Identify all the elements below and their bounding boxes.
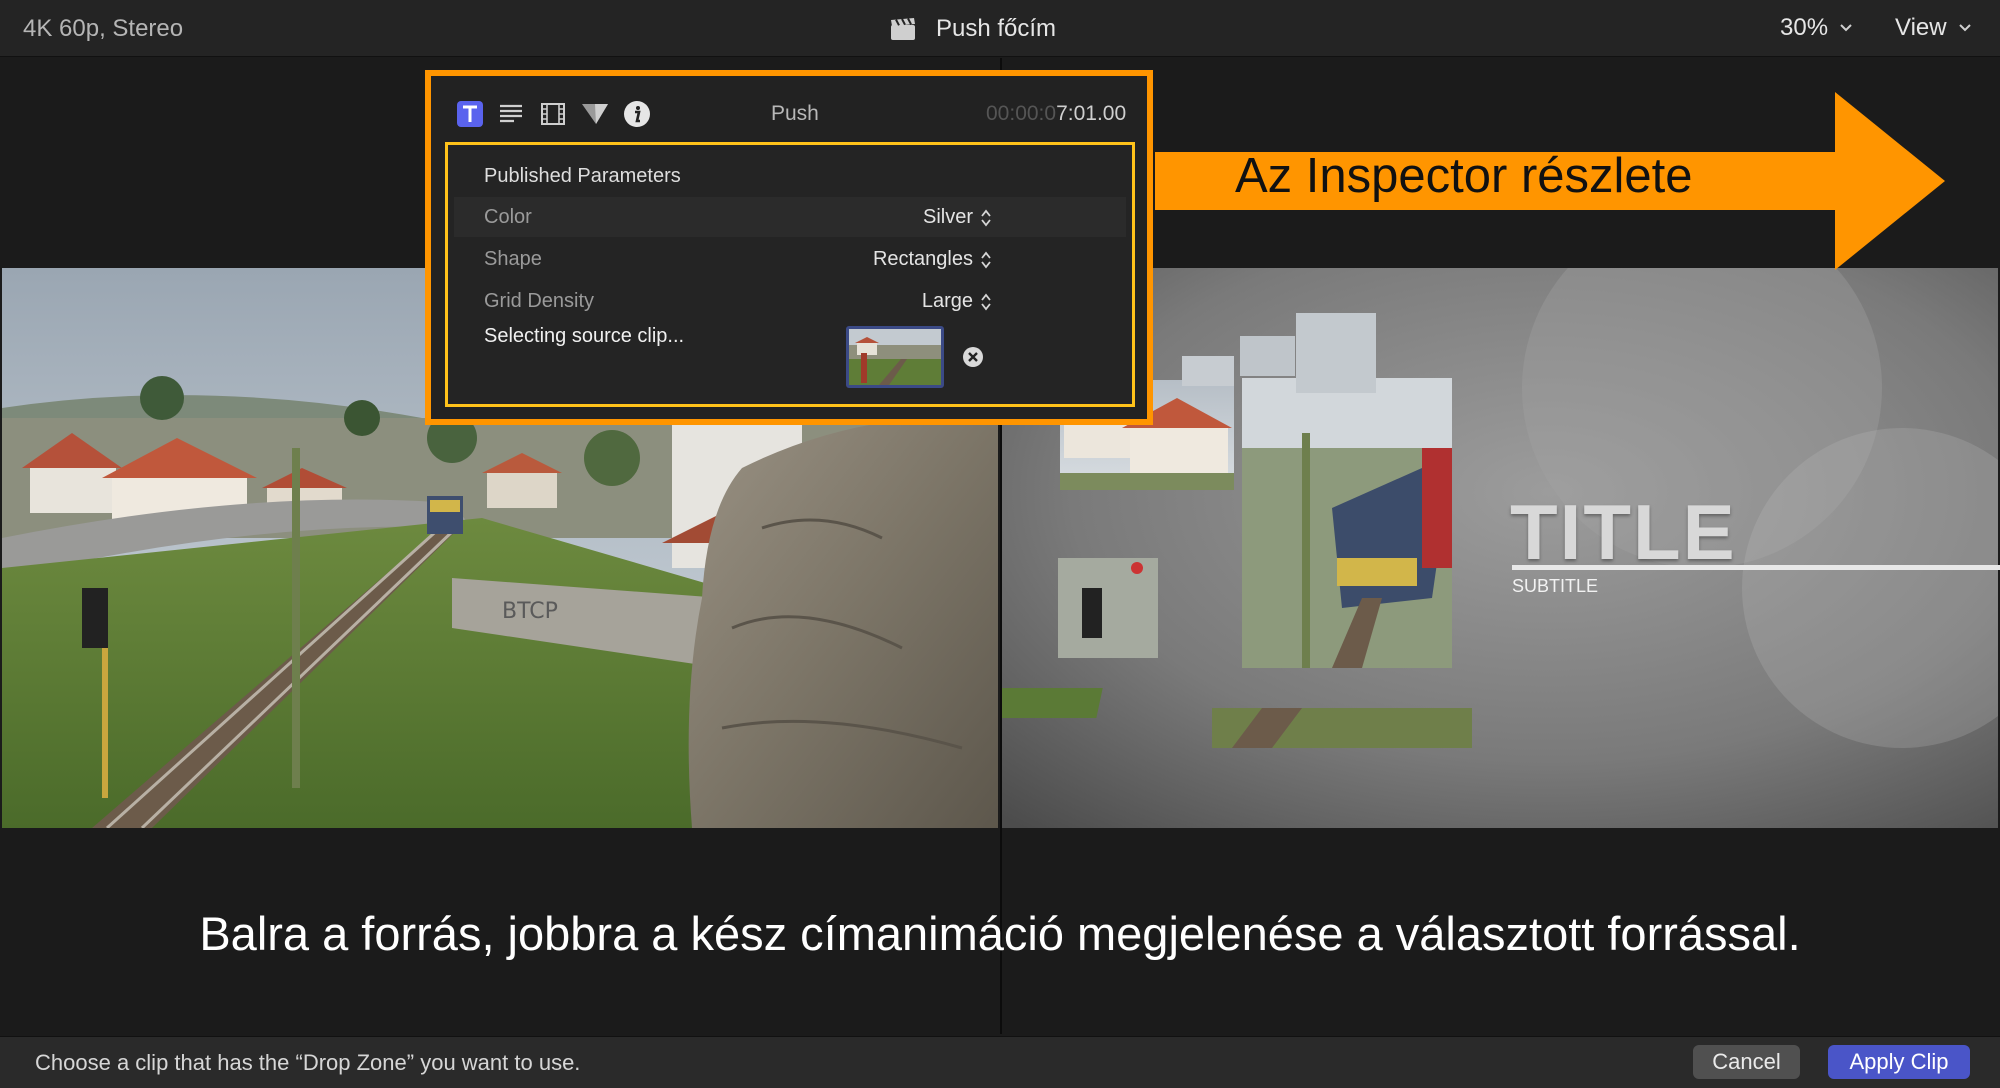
format-label: 4K 60p, Stereo — [23, 15, 184, 42]
inspector-panel: Push 00:00:07:01.00 Published Parameters… — [431, 76, 1147, 419]
project-title: Push főcím — [890, 13, 1056, 45]
apply-clip-button[interactable]: Apply Clip — [1828, 1045, 1970, 1079]
chevron-down-icon — [1958, 24, 1971, 32]
text-tab[interactable] — [456, 100, 484, 128]
viewer-header: 4K 60p, Stereo Push főcím 30% View — [0, 0, 2000, 57]
lines-icon — [500, 104, 522, 123]
drop-zone-footer: Choose a clip that has the “Drop Zone” y… — [0, 1036, 2000, 1088]
drop-zone-well[interactable] — [846, 326, 944, 388]
inspector-timecode: 00:00:07:01.00 — [986, 102, 1126, 126]
param-label: Shape — [484, 248, 542, 270]
drop-zone-thumbnail — [849, 329, 941, 385]
text-inspector-icon — [457, 101, 483, 127]
param-row-shape: Shape Rectangles — [454, 239, 1126, 279]
timecode-dim: 00:00:0 — [986, 102, 1057, 125]
param-value: Rectangles — [872, 248, 973, 270]
chevron-down-icon — [1840, 24, 1852, 32]
instruction-text: Choose a clip that has the “Drop Zone” y… — [35, 1050, 581, 1075]
project-title-text: Push főcím — [936, 15, 1057, 42]
preview-subtitle: SUBTITLE — [1512, 576, 1599, 596]
info-tab[interactable] — [623, 100, 651, 128]
color-popup[interactable]: Silver — [923, 206, 991, 229]
section-header: Published Parameters — [484, 165, 681, 187]
filter-icon — [582, 104, 608, 124]
clapperboard-icon — [891, 18, 915, 40]
svg-text:BTCP: BTCP — [502, 599, 558, 624]
shape-popup[interactable]: Rectangles — [873, 248, 991, 271]
tile-train — [1242, 378, 1452, 668]
published-parameters-section: Published Parameters Color Silver Shape … — [445, 142, 1135, 407]
cancel-button[interactable]: Cancel — [1693, 1045, 1800, 1079]
param-row-grid-density: Grid Density Large — [454, 281, 1126, 321]
view-label: View — [1895, 14, 1947, 41]
overlay-caption: Balra a forrás, jobbra a kész címanimáci… — [199, 907, 1801, 960]
paragraph-tab[interactable] — [497, 100, 525, 128]
timecode-value: 7:01.00 — [1056, 102, 1127, 125]
inspector-clip-name: Push — [771, 102, 819, 125]
zoom-value: 30% — [1780, 14, 1829, 41]
info-icon — [624, 101, 650, 127]
param-label: Grid Density — [484, 290, 595, 312]
param-value: Large — [921, 290, 973, 312]
grid-density-popup[interactable]: Large — [922, 290, 991, 313]
param-value: Silver — [922, 206, 973, 228]
param-label: Color — [484, 206, 532, 228]
filter-tab[interactable] — [581, 100, 609, 128]
film-strip-icon — [541, 103, 565, 125]
source-clip-label: Selecting source clip... — [484, 325, 685, 347]
video-tab[interactable] — [539, 100, 567, 128]
clear-source-icon[interactable] — [962, 346, 984, 368]
preview-title-underline — [1512, 565, 2000, 570]
view-menu[interactable]: View — [1895, 14, 1971, 42]
inspector-tab-bar: Push 00:00:07:01.00 — [431, 76, 1147, 136]
param-row-color: Color Silver — [454, 197, 1126, 237]
up-down-chevron-icon — [981, 293, 991, 310]
zoom-menu[interactable]: 30% — [1780, 14, 1852, 42]
callout-text: Az Inspector részlete — [1235, 149, 1693, 203]
up-down-chevron-icon — [981, 251, 991, 268]
up-down-chevron-icon — [981, 209, 991, 226]
